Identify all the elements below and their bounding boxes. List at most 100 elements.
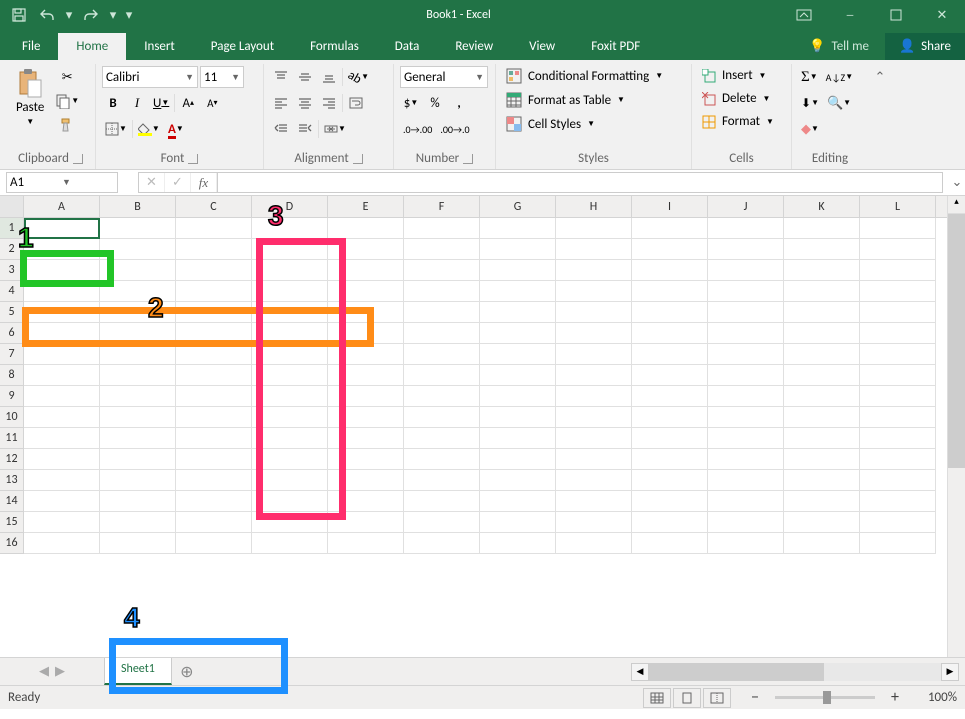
cell[interactable] — [860, 260, 936, 281]
cell[interactable] — [100, 365, 176, 386]
underline-button[interactable]: U▼ — [150, 92, 172, 114]
cell[interactable] — [100, 512, 176, 533]
cell[interactable] — [784, 491, 860, 512]
cell[interactable] — [328, 323, 404, 344]
cell[interactable] — [860, 428, 936, 449]
cell[interactable] — [556, 386, 632, 407]
cell[interactable] — [784, 407, 860, 428]
number-format-combo[interactable]: General▼ — [400, 66, 488, 88]
cell[interactable] — [480, 428, 556, 449]
cell[interactable] — [708, 512, 784, 533]
cell[interactable] — [328, 239, 404, 260]
cell[interactable] — [632, 281, 708, 302]
align-right-button[interactable] — [318, 92, 340, 114]
borders-button[interactable]: ▼ — [102, 118, 130, 140]
cell[interactable] — [632, 302, 708, 323]
cell[interactable] — [328, 365, 404, 386]
decrease-font-button[interactable]: A▾ — [201, 92, 223, 114]
cell[interactable] — [24, 323, 100, 344]
row-header[interactable]: 13 — [0, 470, 24, 491]
file-tab[interactable]: File — [4, 33, 58, 60]
cell[interactable] — [860, 533, 936, 554]
row-header[interactable]: 6 — [0, 323, 24, 344]
row-header[interactable]: 10 — [0, 407, 24, 428]
qat-customize[interactable]: ▾ — [122, 2, 136, 28]
cell[interactable] — [328, 218, 404, 239]
cell[interactable] — [176, 428, 252, 449]
currency-button[interactable]: $▼ — [400, 92, 422, 114]
column-header[interactable]: F — [404, 196, 480, 217]
cell[interactable] — [100, 533, 176, 554]
cell[interactable] — [860, 218, 936, 239]
cell[interactable] — [404, 407, 480, 428]
formula-input[interactable] — [217, 172, 943, 193]
cell[interactable] — [480, 470, 556, 491]
cell[interactable] — [860, 491, 936, 512]
expand-formula-bar[interactable]: ⌄ — [949, 170, 965, 195]
cell[interactable] — [632, 428, 708, 449]
horizontal-scrollbar[interactable]: ◀▶ — [625, 658, 965, 685]
cell[interactable] — [556, 281, 632, 302]
cell[interactable] — [176, 239, 252, 260]
cell[interactable] — [24, 260, 100, 281]
select-all-corner[interactable] — [0, 196, 24, 217]
cell[interactable] — [480, 365, 556, 386]
cell[interactable] — [176, 470, 252, 491]
tab-formulas[interactable]: Formulas — [292, 33, 377, 60]
name-box[interactable]: A1▼ — [6, 172, 118, 193]
font-dialog-launcher[interactable] — [188, 154, 198, 164]
cell[interactable] — [100, 323, 176, 344]
cell[interactable] — [328, 512, 404, 533]
insert-cells-button[interactable]: Insert▼ — [698, 66, 785, 85]
cell[interactable] — [632, 260, 708, 281]
cell[interactable] — [100, 386, 176, 407]
cell[interactable] — [100, 302, 176, 323]
cell[interactable] — [708, 449, 784, 470]
cell[interactable] — [404, 491, 480, 512]
cell[interactable] — [784, 449, 860, 470]
cell[interactable] — [404, 239, 480, 260]
cell[interactable] — [860, 407, 936, 428]
cell[interactable] — [176, 260, 252, 281]
cell[interactable] — [632, 449, 708, 470]
enter-formula-button[interactable]: ✓ — [165, 173, 191, 192]
collapse-ribbon-button[interactable]: ⌃ — [868, 64, 892, 169]
sheet-nav-prev[interactable]: ◀ — [39, 664, 49, 679]
cell[interactable] — [252, 239, 328, 260]
cancel-formula-button[interactable]: ✕ — [139, 173, 165, 192]
cell[interactable] — [24, 512, 100, 533]
cell[interactable] — [556, 323, 632, 344]
cell[interactable] — [176, 344, 252, 365]
cell[interactable] — [784, 512, 860, 533]
row-header[interactable]: 1 — [0, 218, 24, 239]
cell[interactable] — [860, 281, 936, 302]
cell[interactable] — [328, 281, 404, 302]
row-header[interactable]: 5 — [0, 302, 24, 323]
cell[interactable] — [100, 470, 176, 491]
cell[interactable] — [24, 344, 100, 365]
column-header[interactable]: B — [100, 196, 176, 217]
cell[interactable] — [480, 323, 556, 344]
cut-button[interactable]: ✂ — [52, 66, 82, 88]
tab-foxit-pdf[interactable]: Foxit PDF — [573, 33, 658, 60]
cell[interactable] — [708, 344, 784, 365]
comma-button[interactable]: , — [448, 92, 470, 114]
cell[interactable] — [708, 428, 784, 449]
cell[interactable] — [252, 407, 328, 428]
cell[interactable] — [176, 449, 252, 470]
cell[interactable] — [556, 533, 632, 554]
undo-dropdown[interactable]: ▾ — [62, 2, 76, 28]
cell[interactable] — [480, 281, 556, 302]
cell[interactable] — [632, 344, 708, 365]
cell[interactable] — [860, 302, 936, 323]
align-left-button[interactable] — [270, 92, 292, 114]
cell[interactable] — [860, 365, 936, 386]
tab-data[interactable]: Data — [377, 33, 438, 60]
tab-view[interactable]: View — [511, 33, 573, 60]
cell[interactable] — [480, 533, 556, 554]
cell[interactable] — [404, 386, 480, 407]
cell[interactable] — [632, 407, 708, 428]
cell[interactable] — [708, 218, 784, 239]
cell[interactable] — [176, 491, 252, 512]
cell[interactable] — [556, 302, 632, 323]
